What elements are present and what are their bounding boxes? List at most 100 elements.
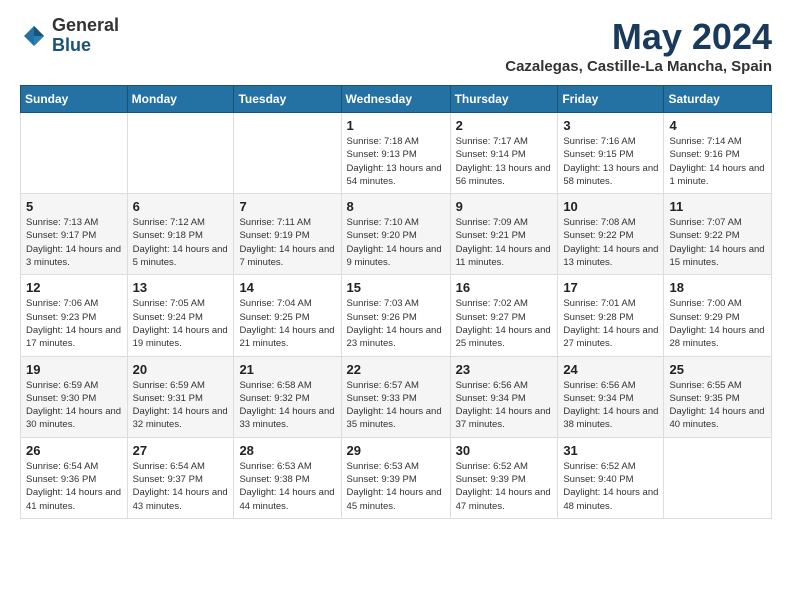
- day-info-14: Sunrise: 7:04 AMSunset: 9:25 PMDaylight:…: [239, 297, 335, 350]
- day-cell-w5-d2: 27 Sunrise: 6:54 AMSunset: 9:37 PMDayligh…: [127, 437, 234, 518]
- day-cell-w4-d6: 24Sunrise: 6:56 AMSunset: 9:34 PMDayligh…: [558, 356, 664, 437]
- day-number-7: 7: [239, 199, 335, 214]
- day-number-16: 16: [456, 280, 553, 295]
- day-info-11: Sunrise: 7:07 AMSunset: 9:22 PMDaylight:…: [669, 216, 766, 269]
- logo-text: General Blue: [52, 16, 119, 56]
- day-number-30: 30: [456, 443, 553, 458]
- day-cell-w3-d2: 13 Sunrise: 7:05 AMSunset: 9:24 PMDayligh…: [127, 275, 234, 356]
- day-cell-w1-d4: 1 Sunrise: 7:18 AMSunset: 9:13 PMDaylight…: [341, 113, 450, 194]
- day-cell-w5-d1: 26Sunrise: 6:54 AMSunset: 9:36 PMDayligh…: [21, 437, 128, 518]
- day-cell-w1-d6: 3 Sunrise: 7:16 AMSunset: 9:15 PMDaylight…: [558, 113, 664, 194]
- day-number-10: 10: [563, 199, 658, 214]
- day-cell-w3-d5: 16 Sunrise: 7:02 AMSunset: 9:27 PMDayligh…: [450, 275, 558, 356]
- day-cell-w1-d3: [234, 113, 341, 194]
- day-number-27: 27: [133, 443, 229, 458]
- day-cell-w4-d7: 25 Sunrise: 6:55 AMSunset: 9:35 PMDayligh…: [664, 356, 772, 437]
- day-info-26: Sunrise: 6:54 AMSunset: 9:36 PMDaylight:…: [26, 460, 122, 513]
- day-number-28: 28: [239, 443, 335, 458]
- col-thursday: Thursday: [450, 86, 558, 113]
- day-cell-w3-d1: 12 Sunrise: 7:06 AMSunset: 9:23 PMDayligh…: [21, 275, 128, 356]
- day-number-4: 4: [669, 118, 766, 133]
- day-info-31: Sunrise: 6:52 AMSunset: 9:40 PMDaylight:…: [563, 460, 658, 513]
- day-info-27: Sunrise: 6:54 AMSunset: 9:37 PMDaylight:…: [133, 460, 229, 513]
- location-subtitle: Cazalegas, Castille-La Mancha, Spain: [505, 58, 772, 75]
- day-info-13: Sunrise: 7:05 AMSunset: 9:24 PMDaylight:…: [133, 297, 229, 350]
- day-info-6: Sunrise: 7:12 AMSunset: 9:18 PMDaylight:…: [133, 216, 229, 269]
- day-cell-w1-d2: [127, 113, 234, 194]
- day-info-30: Sunrise: 6:52 AMSunset: 9:39 PMDaylight:…: [456, 460, 553, 513]
- day-cell-w2-d5: 9Sunrise: 7:09 AMSunset: 9:21 PMDaylight…: [450, 194, 558, 275]
- day-cell-w3-d7: 18Sunrise: 7:00 AMSunset: 9:29 PMDayligh…: [664, 275, 772, 356]
- month-title: May 2024: [505, 16, 772, 58]
- day-number-12: 12: [26, 280, 122, 295]
- day-cell-w5-d4: 29Sunrise: 6:53 AMSunset: 9:39 PMDayligh…: [341, 437, 450, 518]
- day-cell-w3-d4: 15 Sunrise: 7:03 AMSunset: 9:26 PMDayligh…: [341, 275, 450, 356]
- day-cell-w5-d6: 31 Sunrise: 6:52 AMSunset: 9:40 PMDayligh…: [558, 437, 664, 518]
- day-info-12: Sunrise: 7:06 AMSunset: 9:23 PMDaylight:…: [26, 297, 122, 350]
- calendar-body: 1 Sunrise: 7:18 AMSunset: 9:13 PMDaylight…: [21, 113, 772, 519]
- col-wednesday: Wednesday: [341, 86, 450, 113]
- day-cell-w2-d4: 8Sunrise: 7:10 AMSunset: 9:20 PMDaylight…: [341, 194, 450, 275]
- day-info-4: Sunrise: 7:14 AMSunset: 9:16 PMDaylight:…: [669, 135, 766, 188]
- logo: General Blue: [20, 16, 119, 56]
- day-cell-w5-d7: [664, 437, 772, 518]
- day-info-18: Sunrise: 7:00 AMSunset: 9:29 PMDaylight:…: [669, 297, 766, 350]
- week-row-2: 5 Sunrise: 7:13 AMSunset: 9:17 PMDaylight…: [21, 194, 772, 275]
- day-number-22: 22: [347, 362, 445, 377]
- day-number-21: 21: [239, 362, 335, 377]
- day-number-3: 3: [563, 118, 658, 133]
- day-info-1: Sunrise: 7:18 AMSunset: 9:13 PMDaylight:…: [347, 135, 445, 188]
- day-cell-w4-d2: 20Sunrise: 6:59 AMSunset: 9:31 PMDayligh…: [127, 356, 234, 437]
- day-number-13: 13: [133, 280, 229, 295]
- logo-blue-text: Blue: [52, 36, 119, 56]
- logo-general-text: General: [52, 16, 119, 36]
- day-cell-w2-d6: 10 Sunrise: 7:08 AMSunset: 9:22 PMDayligh…: [558, 194, 664, 275]
- day-cell-w4-d3: 21Sunrise: 6:58 AMSunset: 9:32 PMDayligh…: [234, 356, 341, 437]
- day-info-25: Sunrise: 6:55 AMSunset: 9:35 PMDaylight:…: [669, 379, 766, 432]
- day-number-2: 2: [456, 118, 553, 133]
- week-row-4: 19 Sunrise: 6:59 AMSunset: 9:30 PMDayligh…: [21, 356, 772, 437]
- day-number-5: 5: [26, 199, 122, 214]
- day-number-19: 19: [26, 362, 122, 377]
- day-number-23: 23: [456, 362, 553, 377]
- header: General Blue May 2024 Cazalegas, Castill…: [20, 16, 772, 75]
- day-number-29: 29: [347, 443, 445, 458]
- week-row-5: 26Sunrise: 6:54 AMSunset: 9:36 PMDayligh…: [21, 437, 772, 518]
- day-info-15: Sunrise: 7:03 AMSunset: 9:26 PMDaylight:…: [347, 297, 445, 350]
- day-info-20: Sunrise: 6:59 AMSunset: 9:31 PMDaylight:…: [133, 379, 229, 432]
- col-saturday: Saturday: [664, 86, 772, 113]
- day-cell-w1-d5: 2Sunrise: 7:17 AMSunset: 9:14 PMDaylight…: [450, 113, 558, 194]
- calendar-table: Sunday Monday Tuesday Wednesday Thursday…: [20, 85, 772, 519]
- title-area: May 2024 Cazalegas, Castille-La Mancha, …: [505, 16, 772, 75]
- day-info-5: Sunrise: 7:13 AMSunset: 9:17 PMDaylight:…: [26, 216, 122, 269]
- col-tuesday: Tuesday: [234, 86, 341, 113]
- day-number-14: 14: [239, 280, 335, 295]
- day-cell-w2-d2: 6Sunrise: 7:12 AMSunset: 9:18 PMDaylight…: [127, 194, 234, 275]
- day-number-25: 25: [669, 362, 766, 377]
- day-cell-w2-d7: 11Sunrise: 7:07 AMSunset: 9:22 PMDayligh…: [664, 194, 772, 275]
- day-cell-w4-d1: 19 Sunrise: 6:59 AMSunset: 9:30 PMDayligh…: [21, 356, 128, 437]
- day-number-31: 31: [563, 443, 658, 458]
- day-number-15: 15: [347, 280, 445, 295]
- day-cell-w5-d3: 28 Sunrise: 6:53 AMSunset: 9:38 PMDayligh…: [234, 437, 341, 518]
- day-info-7: Sunrise: 7:11 AMSunset: 9:19 PMDaylight:…: [239, 216, 335, 269]
- day-cell-w4-d5: 23Sunrise: 6:56 AMSunset: 9:34 PMDayligh…: [450, 356, 558, 437]
- day-info-10: Sunrise: 7:08 AMSunset: 9:22 PMDaylight:…: [563, 216, 658, 269]
- day-cell-w4-d4: 22Sunrise: 6:57 AMSunset: 9:33 PMDayligh…: [341, 356, 450, 437]
- logo-icon: [20, 22, 48, 50]
- col-sunday: Sunday: [21, 86, 128, 113]
- day-info-19: Sunrise: 6:59 AMSunset: 9:30 PMDaylight:…: [26, 379, 122, 432]
- day-info-17: Sunrise: 7:01 AMSunset: 9:28 PMDaylight:…: [563, 297, 658, 350]
- week-row-3: 12 Sunrise: 7:06 AMSunset: 9:23 PMDayligh…: [21, 275, 772, 356]
- day-number-8: 8: [347, 199, 445, 214]
- day-info-28: Sunrise: 6:53 AMSunset: 9:38 PMDaylight:…: [239, 460, 335, 513]
- day-info-16: Sunrise: 7:02 AMSunset: 9:27 PMDaylight:…: [456, 297, 553, 350]
- day-cell-w2-d3: 7 Sunrise: 7:11 AMSunset: 9:19 PMDaylight…: [234, 194, 341, 275]
- week-row-1: 1 Sunrise: 7:18 AMSunset: 9:13 PMDaylight…: [21, 113, 772, 194]
- day-number-1: 1: [347, 118, 445, 133]
- day-info-24: Sunrise: 6:56 AMSunset: 9:34 PMDaylight:…: [563, 379, 658, 432]
- day-info-3: Sunrise: 7:16 AMSunset: 9:15 PMDaylight:…: [563, 135, 658, 188]
- day-info-9: Sunrise: 7:09 AMSunset: 9:21 PMDaylight:…: [456, 216, 553, 269]
- day-cell-w3-d3: 14 Sunrise: 7:04 AMSunset: 9:25 PMDayligh…: [234, 275, 341, 356]
- day-cell-w3-d6: 17Sunrise: 7:01 AMSunset: 9:28 PMDayligh…: [558, 275, 664, 356]
